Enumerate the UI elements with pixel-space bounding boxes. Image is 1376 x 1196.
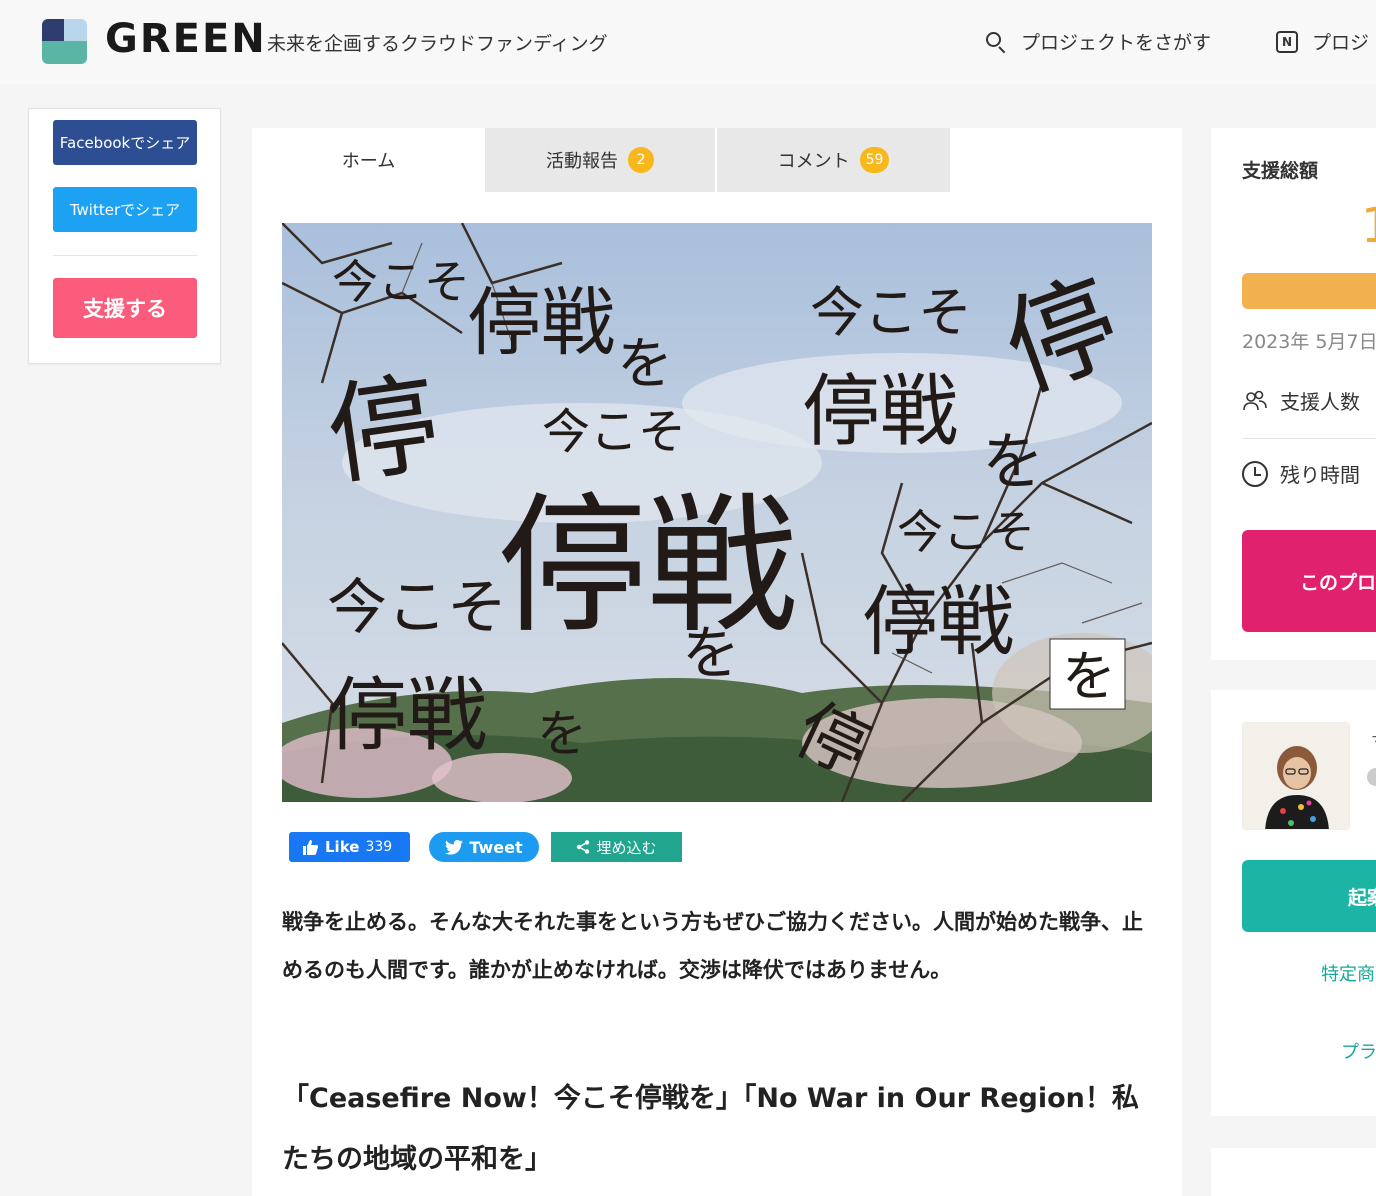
hero-text-imakoso-1: 今こそ: [332, 255, 470, 309]
total-amount-label: 支援総額: [1242, 160, 1319, 182]
plan-link[interactable]: プラ: [1341, 1038, 1376, 1064]
sidebar-bottom-card: [1211, 1148, 1376, 1196]
like-label: Like: [325, 838, 360, 856]
tab-home-label: ホーム: [341, 151, 396, 172]
commerce-law-link[interactable]: 特定商: [1321, 960, 1375, 986]
embed-button[interactable]: 埋め込む: [551, 832, 682, 862]
tagline: 未来を企画するクラウドファンディング: [267, 33, 608, 55]
share-icon: [577, 840, 590, 854]
tab-activity-report[interactable]: 活動報告 2: [485, 128, 716, 192]
logo-text[interactable]: GREEN: [105, 16, 267, 62]
time-left-label: 残り時間: [1280, 463, 1360, 487]
divider: [53, 255, 197, 256]
divider: [1242, 438, 1376, 439]
project-lead-text: 戦争を止める。そんな大それた事をという方もぜひご協力ください。人間が始めた戦争、…: [282, 910, 1143, 982]
owner-badge-icon: [1367, 768, 1376, 786]
tab-home[interactable]: ホーム: [252, 128, 485, 192]
deadline-date: 2023年 5月7日: [1242, 331, 1376, 353]
people-icon: [1243, 390, 1267, 410]
tab-activity-report-label: 活動報告: [546, 151, 618, 172]
owner-profile-button[interactable]: 起案: [1242, 860, 1376, 932]
hero-text-teisen-5: 停戦: [327, 669, 487, 762]
hero-text-teisen-3: 停戦: [497, 480, 797, 654]
total-amount-value: 1: [1361, 198, 1376, 254]
facebook-share-button[interactable]: Facebookでシェア: [53, 120, 197, 165]
twitter-bird-icon: [445, 839, 464, 855]
thumbs-up-icon: [303, 840, 318, 855]
hero-image: 今こそ 停戦 を 停 今こそ 今こそ 停 停戦 を 停戦 今こそ を 今こそ 停…: [282, 223, 1152, 802]
tweet-button[interactable]: Tweet: [429, 832, 539, 862]
search-projects-label: プロジェクトをさがす: [1021, 32, 1212, 54]
owner-avatar[interactable]: [1242, 722, 1350, 830]
supporters-row: 支援人数: [1242, 386, 1360, 415]
hero-text-imakoso-4: 今こそ: [327, 573, 507, 643]
green-logo-icon[interactable]: [42, 19, 87, 64]
hero-text-teisen-4: 停戦: [862, 577, 1014, 666]
embed-label: 埋め込む: [596, 838, 657, 857]
hero-text-imakoso-3: 今こそ: [810, 281, 972, 344]
search-icon: [985, 31, 1007, 53]
funding-progress-bar: [1242, 273, 1376, 309]
comment-count-badge: 59: [859, 147, 890, 173]
report-count-badge: 2: [628, 147, 654, 173]
search-projects-link[interactable]: プロジェクトをさがす: [985, 28, 1211, 55]
like-count: 339: [365, 839, 393, 855]
supporters-label: 支援人数: [1280, 390, 1360, 414]
support-button[interactable]: 支援する: [53, 278, 197, 338]
funding-summary-card: 支援総額 1 2023年 5月7日 支援人数 残り時間 このプロ: [1211, 128, 1376, 660]
hero-text-wo-4: を: [537, 705, 587, 763]
project-support-button[interactable]: このプロ: [1242, 530, 1376, 632]
tweet-label: Tweet: [469, 837, 523, 857]
n-icon: N: [1276, 30, 1298, 53]
start-project-link[interactable]: N プロジ: [1276, 28, 1369, 55]
hero-text-wo-1: を: [617, 332, 673, 397]
main-content: ホーム 活動報告 2 コメント 59 今こそ 停戦 を 停 今こそ 今こそ 停 …: [252, 128, 1182, 1196]
site-header: GREEN 未来を企画するクラウドファンディング プロジェクトをさがす N プロ…: [0, 0, 1376, 84]
owner-card: マ 起案 特定商 プラ: [1211, 690, 1376, 1116]
hero-text-tei-1: 停: [320, 359, 447, 501]
twitter-share-button[interactable]: Twitterでシェア: [53, 187, 197, 232]
hero-text-imakoso-2: 今こそ: [542, 404, 686, 460]
hero-text-wo-3: を: [682, 619, 740, 687]
time-left-row: 残り時間: [1242, 459, 1360, 488]
tab-comments[interactable]: コメント 59: [717, 128, 950, 192]
facebook-like-button[interactable]: Like 339: [289, 832, 410, 862]
project-subheading: 「Ceasefire Now！今こそ停戦を」「No War in Our Reg…: [282, 1083, 1139, 1175]
owner-name[interactable]: マ: [1371, 728, 1376, 752]
hero-text-teisen-1: 停戦: [467, 280, 615, 366]
tab-comments-label: コメント: [777, 151, 850, 172]
share-box: Facebookでシェア Twitterでシェア 支援する: [28, 108, 221, 364]
hero-text-teisen-2: 停戦: [802, 367, 958, 457]
hero-text-wo-5: を: [1062, 645, 1116, 708]
clock-icon: [1242, 460, 1268, 487]
start-project-label: プロジ: [1312, 32, 1370, 54]
hero-text-imakoso-5: 今こそ: [897, 505, 1035, 559]
hero-text-wo-2: を: [982, 425, 1044, 498]
